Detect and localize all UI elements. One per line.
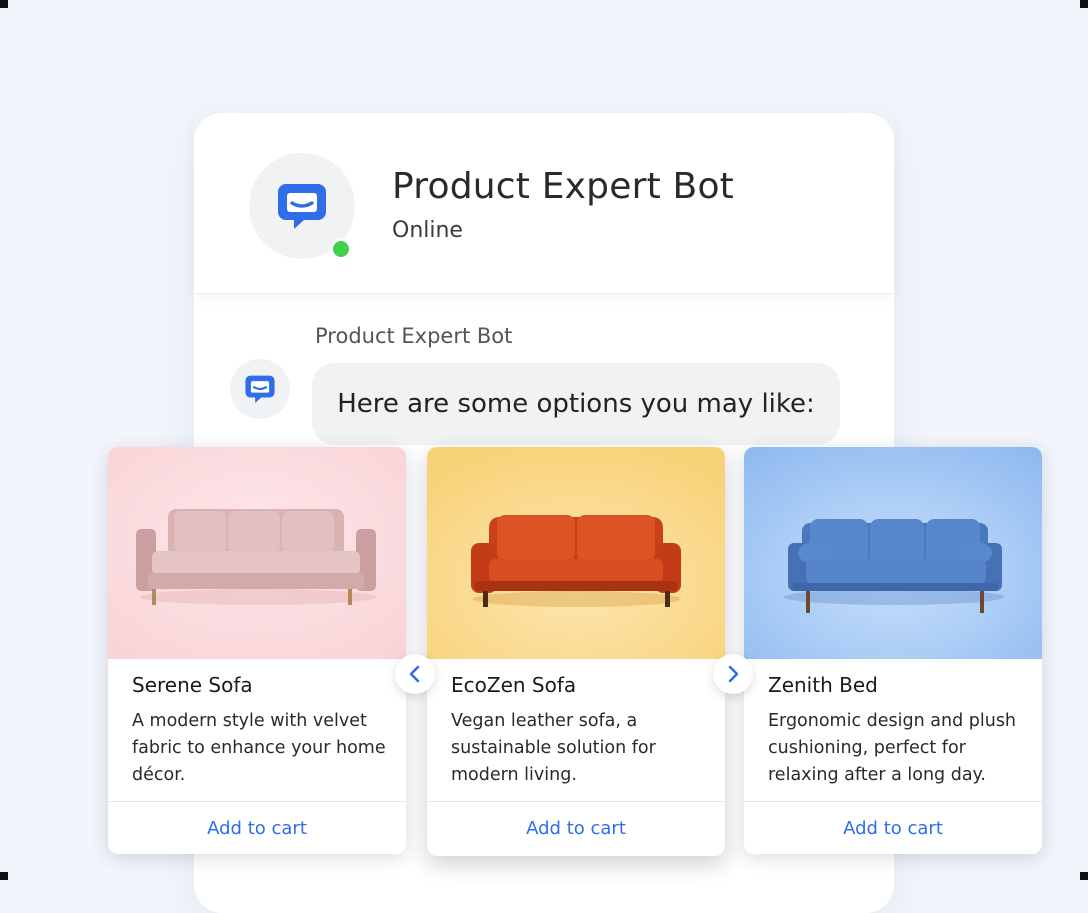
add-to-cart-button[interactable]: Add to cart <box>744 802 1042 854</box>
product-description: A modern style with velvet fabric to enh… <box>132 711 386 785</box>
bot-name: Product Expert Bot <box>392 166 734 207</box>
product-title: Zenith Bed <box>768 673 878 697</box>
corner-mark <box>1080 0 1088 8</box>
product-description: Ergonomic design and plush cushioning, p… <box>768 711 1017 785</box>
product-title: Serene Sofa <box>132 673 253 697</box>
message-bubble: Here are some options you may like: <box>312 363 840 445</box>
message-sender: Product Expert Bot <box>315 324 513 348</box>
corner-mark <box>0 0 8 8</box>
product-card: Zenith Bed Ergonomic design and plush cu… <box>744 447 1042 854</box>
product-card: Serene Sofa A modern style with velvet f… <box>108 447 406 854</box>
product-description: Vegan leather sofa, a sustainable soluti… <box>451 711 656 785</box>
bot-status: Online <box>392 218 463 243</box>
corner-mark <box>1080 872 1088 880</box>
product-image <box>427 447 725 659</box>
message-avatar <box>230 359 290 419</box>
carousel-next-button[interactable] <box>713 654 753 694</box>
add-to-cart-button[interactable]: Add to cart <box>108 802 406 854</box>
product-image <box>744 447 1042 659</box>
chat-bubble-icon <box>245 375 275 403</box>
corner-mark <box>0 872 8 880</box>
product-card: EcoZen Sofa Vegan leather sofa, a sustai… <box>427 447 725 856</box>
carousel-prev-button[interactable] <box>395 654 435 694</box>
product-title: EcoZen Sofa <box>451 673 577 697</box>
add-to-cart-button[interactable]: Add to cart <box>427 802 725 854</box>
chat-bubble-icon <box>278 184 326 229</box>
online-status-dot <box>330 238 352 260</box>
chat-header: Product Expert Bot Online <box>194 113 894 294</box>
product-image <box>108 447 406 659</box>
chevron-right-icon <box>728 665 739 683</box>
chevron-left-icon <box>409 665 420 683</box>
